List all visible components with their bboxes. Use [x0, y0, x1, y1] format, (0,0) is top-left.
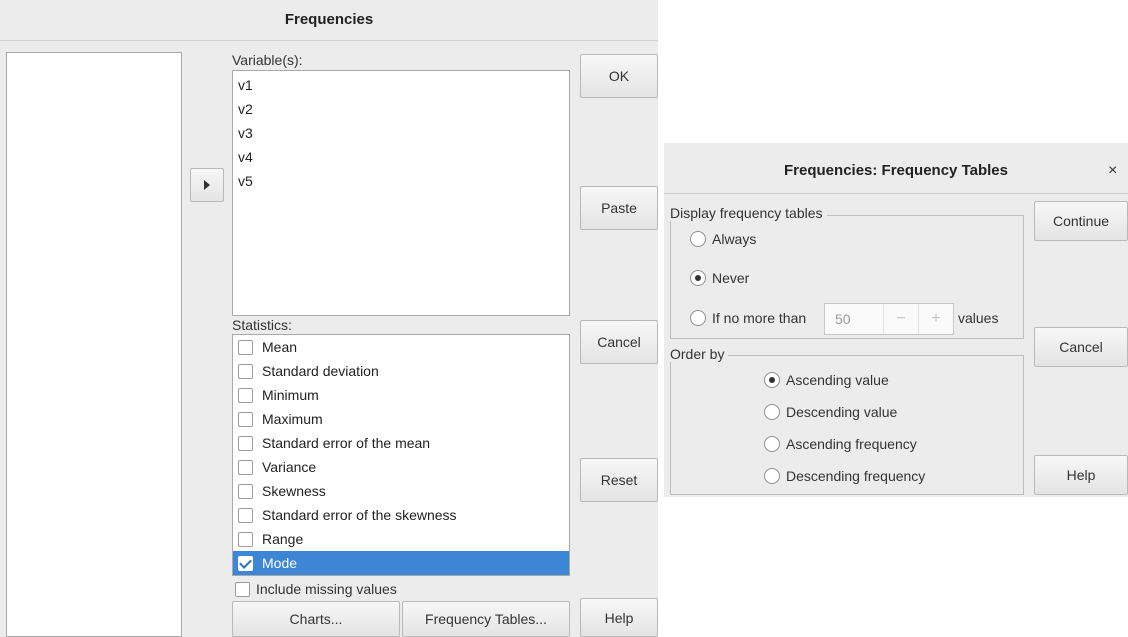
- plus-icon[interactable]: +: [918, 304, 953, 334]
- radio-never[interactable]: Never: [690, 270, 749, 286]
- freq-title-divider: [664, 193, 1128, 194]
- radio-always-label: Always: [712, 231, 757, 247]
- statistic-checkbox[interactable]: [238, 531, 253, 547]
- order-by-group-title: Order by: [670, 346, 729, 362]
- radio-circle[interactable]: [764, 372, 780, 388]
- radio-circle[interactable]: [690, 231, 706, 247]
- variable-item[interactable]: v4: [238, 149, 253, 165]
- statistic-row[interactable]: Mode: [233, 551, 569, 575]
- statistic-label: Range: [262, 531, 304, 547]
- move-variable-button[interactable]: [190, 168, 224, 202]
- statistic-row[interactable]: Variance: [233, 455, 569, 479]
- statistic-checkbox[interactable]: [238, 483, 253, 499]
- statistic-checkbox[interactable]: [238, 387, 253, 403]
- minus-icon[interactable]: −: [883, 304, 918, 334]
- radio-circle[interactable]: [764, 404, 780, 420]
- display-tables-group-title: Display frequency tables: [670, 205, 827, 221]
- statistic-label: Standard error of the mean: [262, 435, 431, 451]
- statistic-checkbox[interactable]: [238, 435, 253, 451]
- radio-ascending-frequency-label: Ascending frequency: [786, 436, 917, 452]
- statistic-row[interactable]: Minimum: [233, 383, 569, 407]
- close-icon[interactable]: ×: [1108, 151, 1128, 191]
- statistic-label: Mean: [262, 339, 298, 355]
- statistic-label: Standard error of the skewness: [262, 507, 457, 523]
- statistic-row[interactable]: Range: [233, 527, 569, 551]
- statistic-checkbox[interactable]: [238, 339, 253, 355]
- variable-item[interactable]: v3: [238, 125, 253, 141]
- statistic-label: Standard deviation: [262, 363, 379, 379]
- statistics-label: Statistics:: [232, 317, 292, 333]
- radio-if-no-more-than-label: If no more than: [712, 310, 807, 326]
- limit-spinbox[interactable]: 50 − +: [824, 303, 954, 335]
- help-button[interactable]: Help: [580, 598, 658, 637]
- statistic-label: Minimum: [262, 387, 319, 403]
- freq-dialog-title: Frequencies: Frequency Tables: [784, 162, 1008, 179]
- radio-always[interactable]: Always: [690, 231, 756, 247]
- cancel-button[interactable]: Cancel: [580, 320, 658, 364]
- statistic-checkbox[interactable]: [238, 507, 253, 523]
- statistic-row[interactable]: Maximum: [233, 407, 569, 431]
- title-divider: [0, 40, 658, 41]
- statistic-checkbox[interactable]: [238, 411, 253, 427]
- radio-ascending-frequency[interactable]: Ascending frequency: [764, 436, 917, 452]
- reset-button[interactable]: Reset: [580, 458, 658, 502]
- variable-item[interactable]: v5: [238, 173, 253, 189]
- radio-circle[interactable]: [764, 436, 780, 452]
- limit-value[interactable]: 50: [825, 311, 883, 327]
- arrow-right-icon: [204, 180, 210, 190]
- paste-button[interactable]: Paste: [580, 186, 658, 230]
- statistic-label: Variance: [262, 459, 317, 475]
- radio-circle[interactable]: [690, 270, 706, 286]
- radio-never-label: Never: [712, 270, 750, 286]
- variables-list[interactable]: v1 v2 v3 v4 v5: [232, 70, 570, 316]
- radio-circle[interactable]: [764, 468, 780, 484]
- ok-button[interactable]: OK: [580, 54, 658, 98]
- frequencies-dialog: Frequencies Variable(s): v1 v2 v3 v4 v5 Stat…: [0, 0, 658, 637]
- frequency-tables-dialog: Frequencies: Frequency Tables × Display …: [664, 143, 1128, 497]
- radio-descending-value-label: Descending value: [786, 404, 898, 420]
- statistic-row[interactable]: Standard deviation: [233, 359, 569, 383]
- include-missing-checkbox[interactable]: [235, 581, 250, 597]
- statistic-label: Mode: [262, 555, 298, 571]
- statistic-checkbox[interactable]: [238, 459, 253, 475]
- radio-descending-frequency[interactable]: Descending frequency: [764, 468, 925, 484]
- continue-button[interactable]: Continue: [1034, 201, 1128, 241]
- include-missing-label: Include missing values: [256, 581, 397, 597]
- statistic-row[interactable]: Skewness: [233, 479, 569, 503]
- radio-descending-value[interactable]: Descending value: [764, 404, 897, 420]
- variable-item[interactable]: v1: [238, 77, 253, 93]
- statistic-checkbox[interactable]: [238, 555, 253, 571]
- charts-button[interactable]: Charts...: [232, 601, 400, 637]
- freq-cancel-button[interactable]: Cancel: [1034, 327, 1128, 367]
- variable-item[interactable]: v2: [238, 101, 253, 117]
- statistic-label: Skewness: [262, 483, 326, 499]
- values-suffix: values: [958, 310, 999, 326]
- include-missing-option[interactable]: Include missing values: [232, 579, 397, 599]
- variables-label: Variable(s):: [232, 52, 303, 68]
- statistic-row[interactable]: Standard error of the skewness: [233, 503, 569, 527]
- radio-descending-frequency-label: Descending frequency: [786, 468, 926, 484]
- statistics-list[interactable]: Mean Standard deviation Minimum Maximum Stan…: [232, 334, 570, 576]
- frequency-tables-button[interactable]: Frequency Tables...: [402, 601, 570, 637]
- source-variable-list[interactable]: [6, 52, 182, 637]
- title-bar: Frequencies: [0, 0, 658, 40]
- radio-ascending-value-label: Ascending value: [786, 372, 889, 388]
- statistic-label: Maximum: [262, 411, 323, 427]
- statistic-row[interactable]: Mean: [233, 335, 569, 359]
- dialog-title: Frequencies: [284, 11, 374, 28]
- radio-if-no-more-than[interactable]: If no more than: [690, 310, 806, 326]
- statistic-checkbox[interactable]: [238, 363, 253, 379]
- freq-help-button[interactable]: Help: [1034, 455, 1128, 495]
- radio-circle[interactable]: [690, 310, 706, 326]
- radio-ascending-value[interactable]: Ascending value: [764, 372, 889, 388]
- statistic-row[interactable]: Standard error of the mean: [233, 431, 569, 455]
